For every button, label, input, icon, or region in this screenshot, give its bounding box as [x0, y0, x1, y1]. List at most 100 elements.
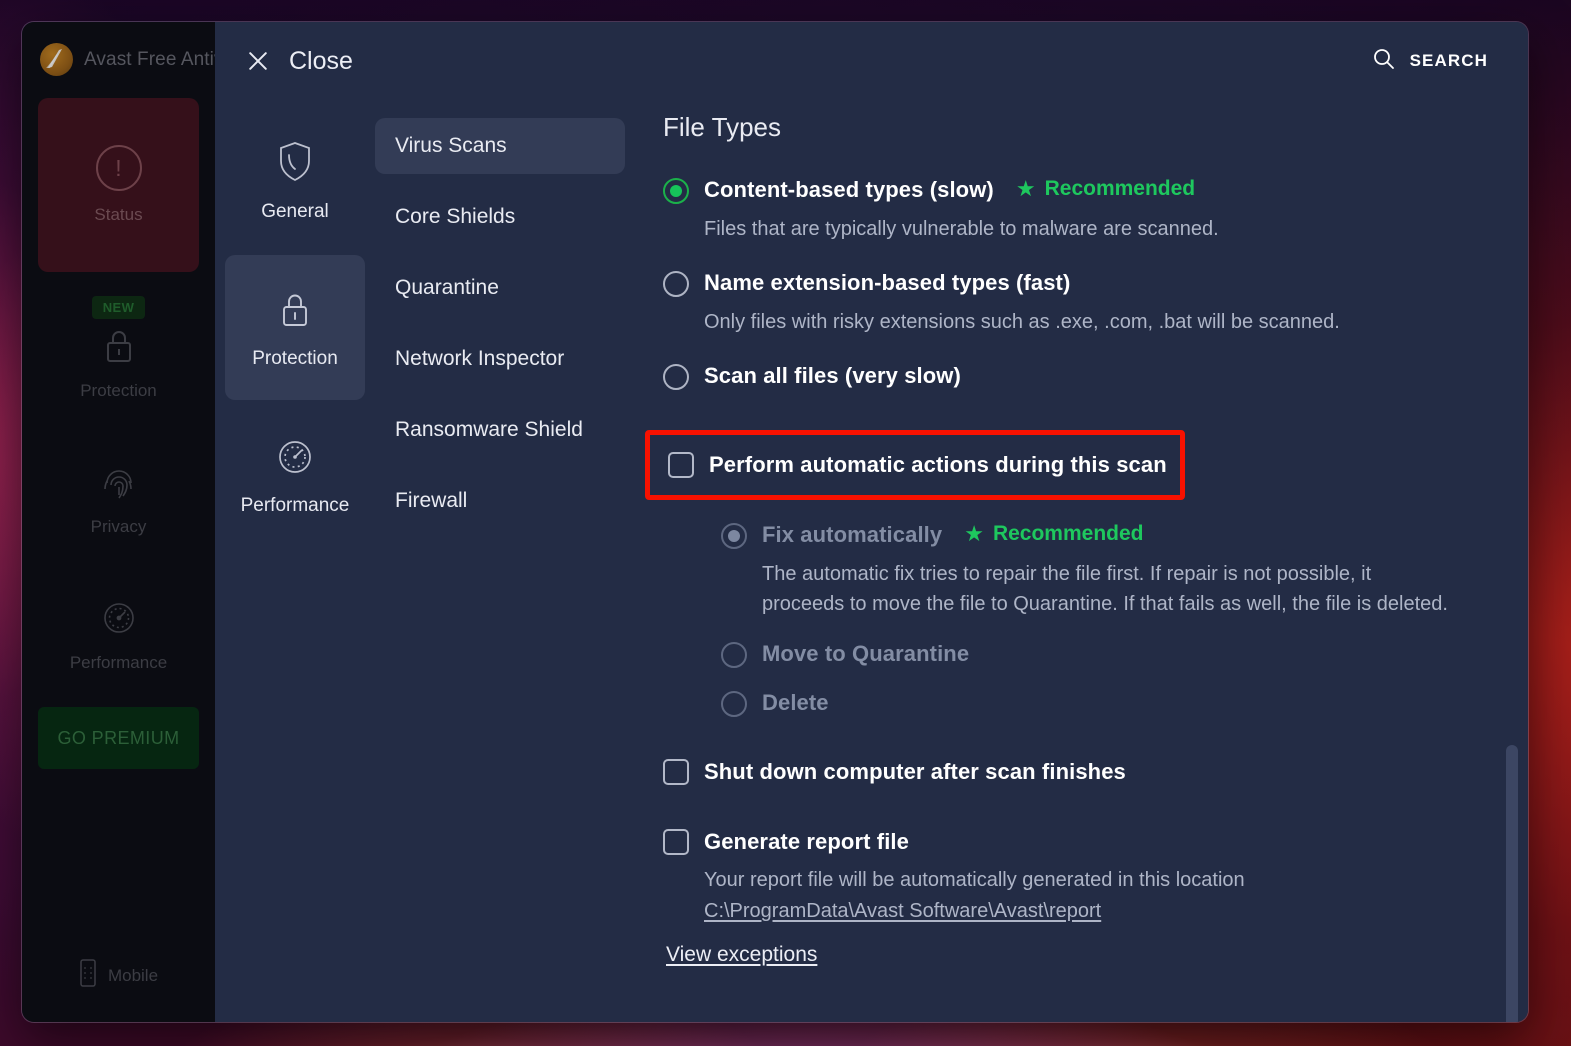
search-button-label: SEARCH — [1410, 51, 1488, 71]
option-label: Shut down computer after scan finishes — [704, 759, 1126, 785]
settings-category-protection[interactable]: Protection — [225, 255, 365, 400]
option-description: The automatic fix tries to repair the fi… — [762, 559, 1458, 619]
settings-topbar: Close SEARCH — [215, 22, 1528, 100]
settings-menu-label: Virus Scans — [395, 134, 507, 158]
option-description: Only files with risky extensions such as… — [704, 307, 1458, 337]
sidebar-badge-new: NEW — [92, 296, 146, 319]
sidebar-item-privacy[interactable]: Privacy — [22, 463, 215, 537]
sidebar-item-label: Protection — [80, 381, 157, 401]
scan-extras-group: Shut down computer after scan finishes G… — [663, 759, 1458, 967]
app-brand: Avast Free Antivirus — [22, 22, 215, 76]
option-label: Delete — [762, 690, 829, 716]
settings-menu-item-firewall[interactable]: Firewall — [375, 473, 625, 529]
content-scrollbar[interactable] — [1506, 100, 1518, 1022]
sidebar-item-protection[interactable]: Protection — [22, 327, 215, 401]
checkbox-shut-down-after-scan[interactable] — [663, 759, 689, 785]
settings-menu-label: Core Shields — [395, 205, 515, 229]
lock-icon — [276, 289, 314, 336]
settings-menu-item-quarantine[interactable]: Quarantine — [375, 260, 625, 316]
sidebar-item-performance[interactable]: Performance — [22, 599, 215, 673]
file-type-option-content-based: Content-based types (slow) ★ Recommended… — [663, 177, 1458, 244]
page-title: File Types — [663, 112, 1458, 143]
lock-icon — [102, 327, 136, 370]
checkbox-generate-report-file[interactable] — [663, 829, 689, 855]
radio-delete[interactable] — [721, 691, 747, 717]
sidebar-item-mobile[interactable]: Mobile — [22, 959, 215, 992]
speedometer-icon — [100, 599, 138, 642]
settings-menu-label: Ransomware Shield — [395, 418, 583, 442]
mobile-phone-icon — [79, 959, 97, 992]
recommended-label: Recommended — [993, 522, 1144, 546]
avast-main-window: Avast Free Antivirus ! Status NEW Protec… — [22, 22, 1528, 1022]
settings-menu-label: Firewall — [395, 489, 467, 513]
avast-logo-icon — [40, 43, 73, 76]
highlight-box-perform-automatic-actions: Perform automatic actions during this sc… — [645, 430, 1185, 500]
settings-category-performance[interactable]: Performance — [225, 414, 365, 535]
speedometer-icon — [274, 436, 316, 483]
close-button[interactable]: Close — [237, 41, 361, 82]
option-label: Move to Quarantine — [762, 641, 969, 667]
option-label: Content-based types (slow) — [704, 177, 994, 203]
radio-scan-all-files[interactable] — [663, 364, 689, 390]
search-icon — [1372, 47, 1396, 76]
checkbox-row-perform-automatic-actions[interactable]: Perform automatic actions during this sc… — [668, 452, 1180, 478]
auto-action-option-delete: Delete — [721, 690, 1458, 717]
checkbox-perform-automatic-actions[interactable] — [668, 452, 694, 478]
report-path-link[interactable]: C:\ProgramData\Avast Software\Avast\repo… — [704, 896, 1458, 927]
sidebar-item-label: Mobile — [108, 966, 158, 986]
settings-menu-item-network-inspector[interactable]: Network Inspector — [375, 331, 625, 387]
settings-category-label: General — [261, 201, 329, 223]
view-exceptions-link[interactable]: View exceptions — [666, 943, 817, 967]
radio-name-extension-types[interactable] — [663, 271, 689, 297]
settings-category-label: Protection — [252, 348, 338, 370]
search-button[interactable]: SEARCH — [1372, 47, 1488, 76]
sidebar-item-label: Privacy — [91, 517, 147, 537]
scrollbar-thumb[interactable] — [1506, 745, 1518, 1022]
checkbox-row-generate-report: Generate report file Your report file wi… — [663, 829, 1458, 927]
auto-action-option-fix-automatically: Fix automatically ★ Recommended The auto… — [721, 522, 1458, 619]
star-icon: ★ — [1016, 178, 1036, 200]
go-premium-button[interactable]: GO PREMIUM — [38, 707, 199, 769]
settings-category-label: Performance — [241, 495, 350, 517]
checkbox-row-shutdown[interactable]: Shut down computer after scan finishes — [663, 759, 1458, 785]
close-button-label: Close — [289, 47, 353, 76]
star-icon: ★ — [964, 523, 984, 545]
settings-menu-item-ransomware-shield[interactable]: Ransomware Shield — [375, 402, 625, 458]
sidebar-item-label: Status — [94, 205, 142, 225]
automatic-action-options: Fix automatically ★ Recommended The auto… — [721, 522, 1458, 717]
option-label: Fix automatically — [762, 522, 942, 548]
settings-menu-item-core-shields[interactable]: Core Shields — [375, 189, 625, 245]
fingerprint-icon — [101, 463, 137, 506]
option-label: Perform automatic actions during this sc… — [709, 452, 1167, 478]
radio-move-to-quarantine[interactable] — [721, 642, 747, 668]
report-description: Your report file will be automatically g… — [704, 869, 1245, 891]
settings-menu-label: Network Inspector — [395, 347, 564, 371]
sidebar-item-label: Performance — [70, 653, 167, 673]
shield-icon — [275, 140, 315, 189]
settings-menu-list: Virus Scans Core Shields Quarantine Netw… — [375, 100, 625, 1022]
auto-action-option-move-to-quarantine: Move to Quarantine — [721, 641, 1458, 668]
exclamation-circle-icon: ! — [96, 145, 142, 191]
recommended-label: Recommended — [1045, 177, 1196, 201]
settings-category-general[interactable]: General — [225, 118, 365, 241]
settings-content-pane: File Types Content-based types (slow) ★ … — [625, 100, 1528, 1022]
radio-fix-automatically[interactable] — [721, 523, 747, 549]
settings-menu-item-virus-scans[interactable]: Virus Scans — [375, 118, 625, 174]
option-label: Name extension-based types (fast) — [704, 270, 1070, 296]
option-label: Scan all files (very slow) — [704, 363, 961, 389]
option-description: Files that are typically vulnerable to m… — [704, 214, 1458, 244]
option-label: Generate report file — [704, 829, 909, 855]
radio-content-based-types[interactable] — [663, 178, 689, 204]
settings-overlay: Close SEARCH — [215, 22, 1528, 1022]
file-type-option-scan-all: Scan all files (very slow) — [663, 363, 1458, 390]
avast-left-sidebar: Avast Free Antivirus ! Status NEW Protec… — [22, 22, 215, 1022]
go-premium-label: GO PREMIUM — [57, 728, 179, 749]
settings-category-rail: General Protection — [215, 100, 375, 1022]
recommended-badge: ★ Recommended — [1016, 177, 1195, 201]
close-icon — [245, 48, 271, 74]
report-description-block: Your report file will be automatically g… — [704, 865, 1458, 927]
view-exceptions-link-wrap: View exceptions — [666, 927, 1458, 967]
settings-body: General Protection — [215, 100, 1528, 1022]
recommended-badge: ★ Recommended — [964, 522, 1143, 546]
sidebar-item-status[interactable]: ! Status — [38, 98, 199, 272]
